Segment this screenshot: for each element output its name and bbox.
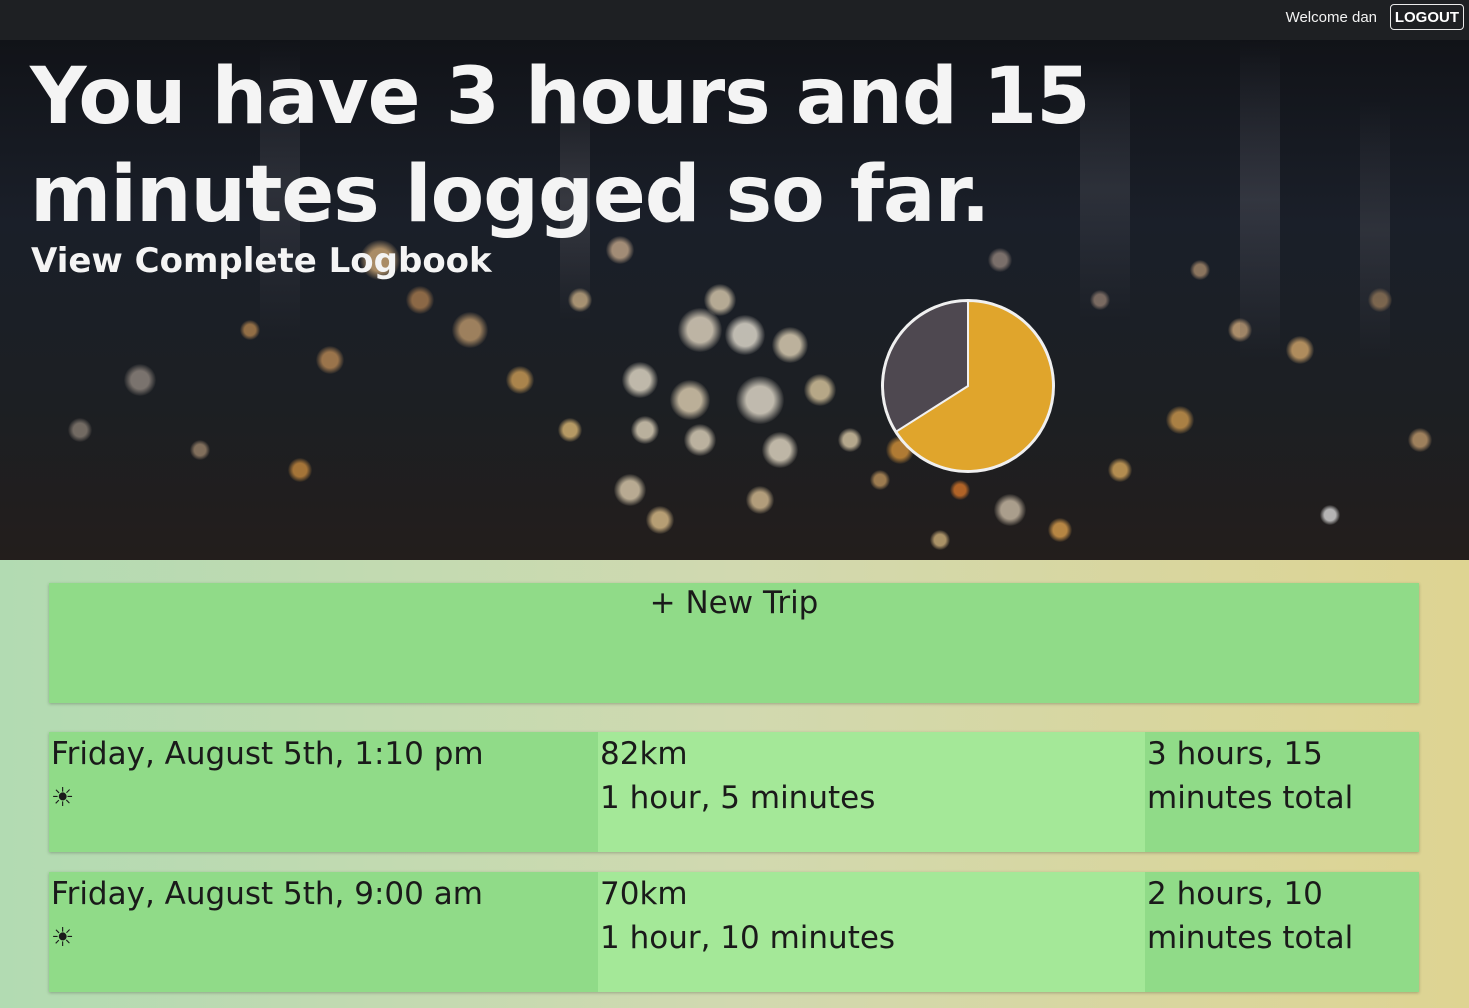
bokeh-light (762, 432, 798, 468)
trip-distance: 82km (600, 736, 688, 772)
bokeh-light (124, 364, 156, 396)
bokeh-light (1320, 505, 1340, 525)
bokeh-light (746, 486, 774, 514)
bokeh-light (704, 284, 736, 316)
bokeh-light (558, 418, 582, 442)
trip-details-cell: 82km 1 hour, 5 minutes (598, 732, 1145, 852)
bokeh-light (988, 248, 1012, 272)
bokeh-light (1286, 336, 1314, 364)
bokeh-light (288, 458, 312, 482)
bokeh-light (190, 440, 210, 460)
bokeh-light (614, 474, 646, 506)
logout-button[interactable]: LOGOUT (1389, 4, 1464, 30)
bokeh-light (670, 380, 710, 420)
bokeh-light (316, 346, 344, 374)
trip-total: 2 hours, 10 minutes total (1147, 876, 1354, 956)
top-bar: Welcome dan LOGOUT (0, 0, 1469, 40)
bokeh-light (1166, 406, 1194, 434)
sun-icon: ☀ (51, 783, 75, 813)
bokeh-light (622, 362, 658, 398)
bokeh-light (506, 366, 534, 394)
bokeh-light (684, 424, 716, 456)
trip-distance: 70km (600, 876, 688, 912)
bokeh-light (406, 286, 434, 314)
bokeh-light (804, 374, 836, 406)
bokeh-light (1408, 428, 1432, 452)
bokeh-light (452, 312, 488, 348)
bokeh-light (646, 506, 674, 534)
trip-date: Friday, August 5th, 9:00 am (51, 876, 483, 912)
trip-date: Friday, August 5th, 1:10 pm (51, 736, 484, 772)
bokeh-light (838, 428, 862, 452)
hours-logged-heading: You have 3 hours and 15 minutes logged s… (30, 52, 1090, 240)
bokeh-light (772, 327, 808, 363)
progress-pie-chart (881, 299, 1055, 473)
bokeh-light (725, 315, 765, 355)
bokeh-light (631, 416, 659, 444)
bokeh-light (930, 530, 950, 550)
bokeh-light (1108, 458, 1132, 482)
sun-icon: ☀ (51, 923, 75, 953)
trip-duration: 1 hour, 5 minutes (600, 780, 876, 816)
bokeh-light (1048, 518, 1072, 542)
trip-row[interactable]: Friday, August 5th, 1:10 pm ☀ 82km 1 hou… (49, 732, 1419, 852)
trip-duration: 1 hour, 10 minutes (600, 920, 896, 956)
trip-date-cell: Friday, August 5th, 1:10 pm ☀ (49, 732, 598, 852)
new-trip-button[interactable]: + New Trip (49, 583, 1419, 703)
trip-total: 3 hours, 15 minutes total (1147, 736, 1354, 816)
welcome-text: Welcome dan (1285, 9, 1377, 26)
trip-date-cell: Friday, August 5th, 9:00 am ☀ (49, 872, 598, 992)
bokeh-light (240, 320, 260, 340)
hero-banner: You have 3 hours and 15 minutes logged s… (0, 40, 1469, 560)
view-logbook-link[interactable]: View Complete Logbook (31, 241, 492, 281)
bokeh-light (994, 494, 1026, 526)
trip-total-cell: 2 hours, 10 minutes total (1145, 872, 1419, 992)
trip-details-cell: 70km 1 hour, 10 minutes (598, 872, 1145, 992)
bokeh-light (950, 480, 970, 500)
trip-row[interactable]: Friday, August 5th, 9:00 am ☀ 70km 1 hou… (49, 872, 1419, 992)
bokeh-light (736, 376, 784, 424)
trip-total-cell: 3 hours, 15 minutes total (1145, 732, 1419, 852)
bokeh-light (1190, 260, 1210, 280)
bokeh-light (68, 418, 92, 442)
trips-section: + New Trip Friday, August 5th, 1:10 pm ☀… (0, 560, 1469, 1008)
